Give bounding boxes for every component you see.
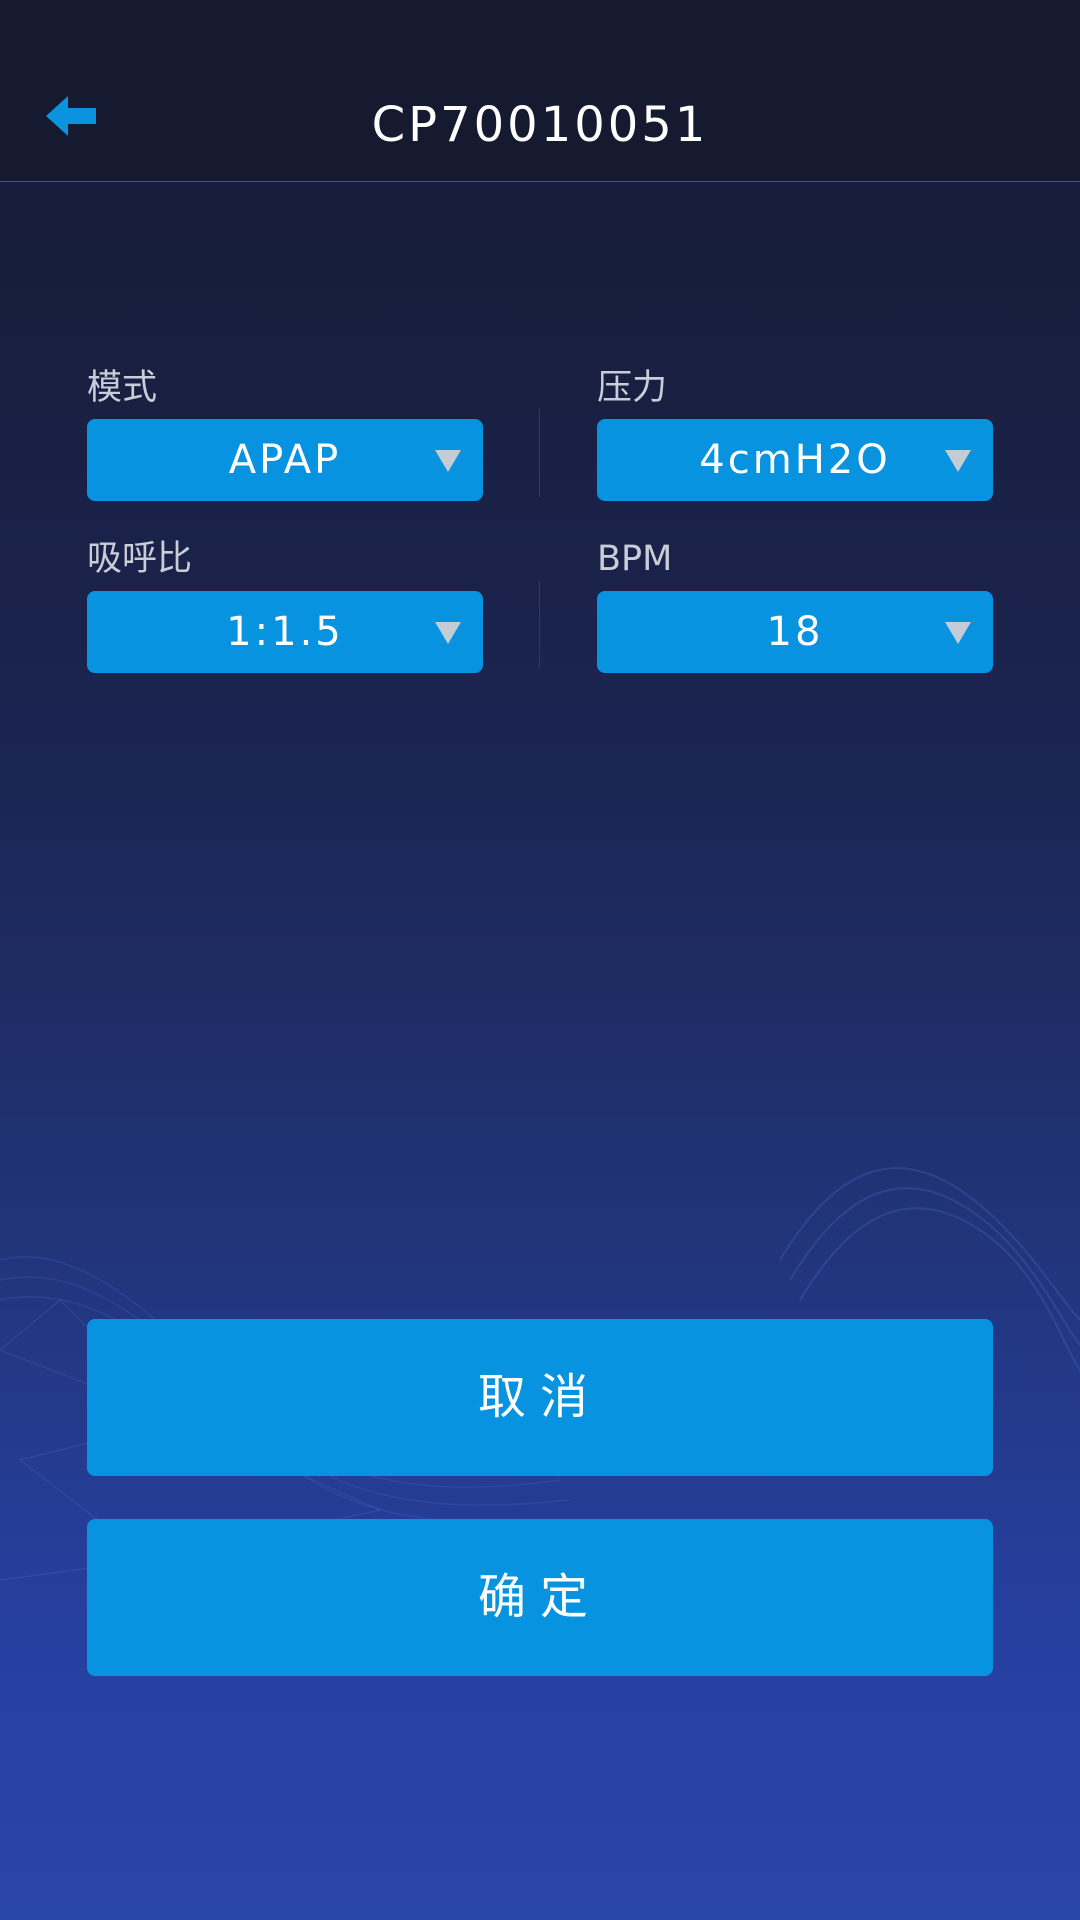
chevron-down-icon <box>435 622 461 644</box>
ie-ratio-select[interactable]: 1:1.5 <box>87 591 483 673</box>
ie-ratio-label: 吸呼比 <box>87 539 193 579</box>
column-divider <box>539 581 540 669</box>
top-bar: CP70010051 <box>0 0 1080 182</box>
pressure-label: 压力 <box>597 368 668 408</box>
column-divider <box>539 409 540 497</box>
page-title: CP70010051 <box>371 97 709 153</box>
mode-select[interactable]: APAP <box>87 419 483 501</box>
confirm-button[interactable]: 确定 <box>87 1519 993 1676</box>
arrow-left-icon <box>46 96 96 136</box>
ie-ratio-value: 1:1.5 <box>226 609 344 655</box>
back-button[interactable] <box>44 92 100 140</box>
bpm-select[interactable]: 18 <box>597 591 993 673</box>
bpm-label: BPM <box>597 539 673 579</box>
chevron-down-icon <box>945 622 971 644</box>
mode-value: APAP <box>228 437 342 483</box>
bpm-value: 18 <box>766 609 824 655</box>
mode-label: 模式 <box>87 368 158 408</box>
chevron-down-icon <box>435 450 461 472</box>
cancel-button[interactable]: 取消 <box>87 1319 993 1476</box>
chevron-down-icon <box>945 450 971 472</box>
pressure-value: 4cmH2O <box>699 437 891 483</box>
pressure-select[interactable]: 4cmH2O <box>597 419 993 501</box>
